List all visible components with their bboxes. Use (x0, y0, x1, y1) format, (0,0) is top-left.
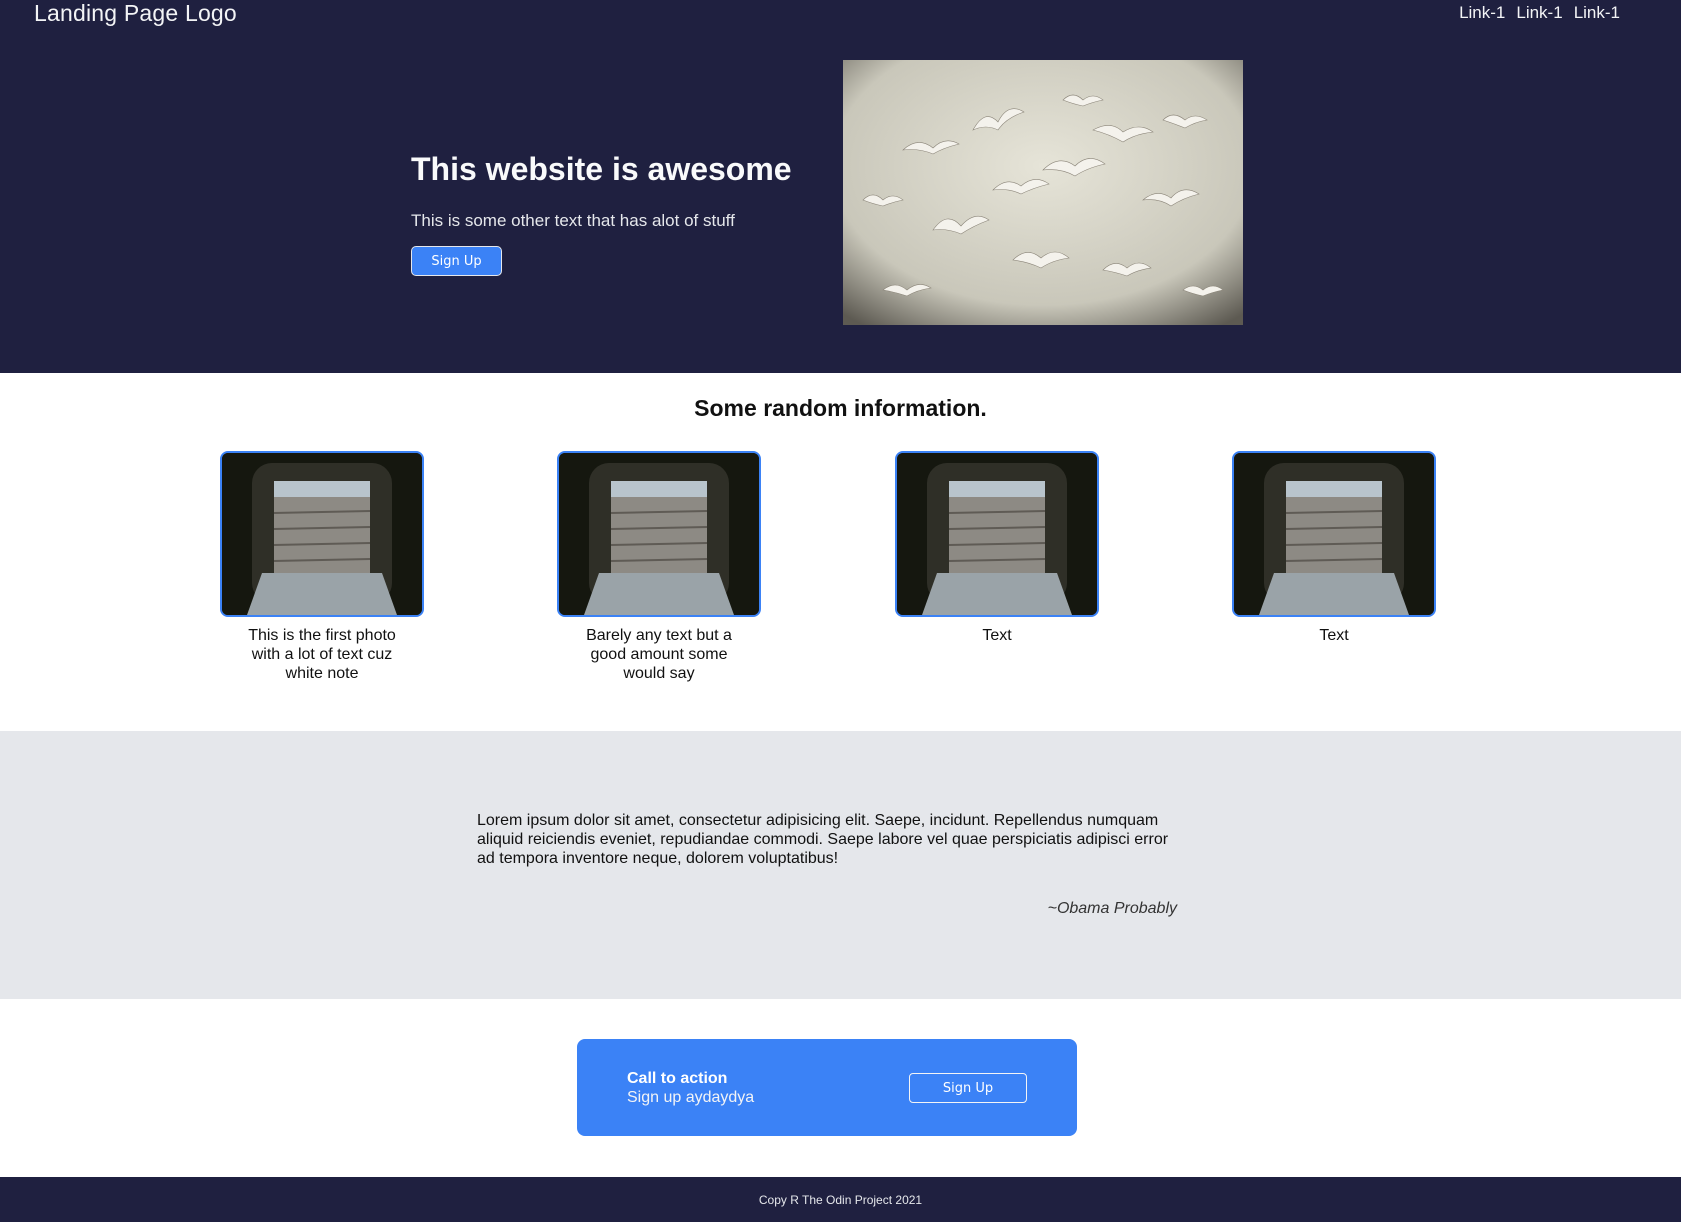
quote-text: Lorem ipsum dolor sit amet, consectetur … (477, 812, 1169, 867)
card-caption: Barely any text but a good amount some w… (586, 627, 732, 682)
hero-subtitle: This is some other text that has alot of… (411, 211, 735, 230)
call-to-action-box: Call to action Sign up aydaydya Sign Up (577, 1039, 1077, 1136)
info-title: Some random information. (694, 395, 987, 421)
footer: Copy R The Odin Project 2021 (0, 1177, 1681, 1222)
cta-subtitle: Sign up aydaydya (627, 1089, 755, 1106)
window-rooftops-photo (220, 451, 424, 617)
seagulls-illustration (843, 60, 1243, 325)
footer-text: Copy R The Odin Project 2021 (758, 1192, 923, 1207)
window-rooftops-photo (895, 451, 1099, 617)
seagulls-photo (843, 60, 1243, 325)
quote-author: ~Obama Probably (1047, 900, 1177, 917)
quote-section: Lorem ipsum dolor sit amet, consectetur … (0, 731, 1681, 999)
info-card: Barely any text but a good amount some w… (557, 451, 761, 683)
hero-title: This website is awesome (411, 151, 792, 187)
card-caption: Text (1319, 627, 1349, 644)
info-card: This is the first photo with a lot of te… (220, 451, 424, 683)
window-rooftops-photo (557, 451, 761, 617)
window-rooftops-photo (1232, 451, 1436, 617)
cta-title: Call to action (627, 1070, 728, 1087)
hero-signup-button[interactable]: Sign Up (411, 246, 502, 276)
nav-link-2[interactable]: Link-1 (1516, 3, 1562, 23)
logo[interactable]: Landing Page Logo (34, 0, 237, 26)
nav-link-3[interactable]: Link-1 (1574, 3, 1620, 23)
nav-link-1[interactable]: Link-1 (1459, 3, 1505, 23)
nav-bar: Link-1 Link-1 Link-1 (1459, 3, 1620, 23)
cta-signup-button[interactable]: Sign Up (909, 1073, 1027, 1103)
hero-section: Landing Page Logo Link-1 Link-1 Link-1 T… (0, 0, 1681, 373)
info-card: Text (895, 451, 1099, 645)
card-caption: Text (982, 627, 1012, 644)
card-caption: This is the first photo with a lot of te… (248, 627, 396, 682)
info-card: Text (1232, 451, 1436, 645)
